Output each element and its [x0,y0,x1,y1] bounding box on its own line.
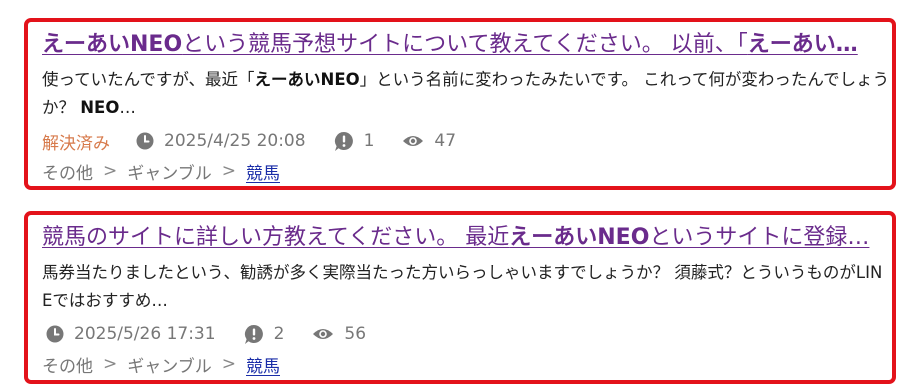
breadcrumb-separator: > [221,354,236,374]
eye-icon [403,136,424,146]
answer-bubble-icon [244,324,263,344]
title-keyword: えーあい… [747,32,858,57]
breadcrumb-separator: > [103,161,118,181]
question-excerpt: 使っていたんですが、最近「えーあいNEO」という名前に変わったみたいです。 これ… [42,66,892,122]
posted-time: 2025/4/25 20:08 [136,131,306,151]
view-count-value: 56 [344,324,367,344]
title-keyword: えーあいNEO [42,32,183,57]
view-count-value: 47 [434,131,457,151]
title-text: というサイトに登録… [649,225,870,250]
title-text: 競馬のサイトに詳しい方教えてください。 最近 [42,225,510,250]
breadcrumb-item: その他 [42,356,93,377]
excerpt-keyword: えーあいNEO [254,70,360,89]
answer-count: 2 [244,324,285,345]
breadcrumb-item: ギャンブル [127,163,212,184]
question-card[interactable]: えーあいNEOという競馬予想サイトについて教えてください。 以前、「えーあい… … [24,18,896,190]
breadcrumb-item: その他 [42,163,93,184]
view-count: 56 [312,324,366,344]
question-title[interactable]: 競馬のサイトに詳しい方教えてください。 最近えーあいNEOというサイトに登録… [42,223,888,253]
breadcrumb-item: ギャンブル [127,356,212,377]
question-card[interactable]: 競馬のサイトに詳しい方教えてください。 最近えーあいNEOというサイトに登録… … [24,211,896,384]
view-count: 47 [402,131,456,151]
title-keyword: えーあいNEO [509,225,650,250]
title-text: という競馬予想サイトについて教えてください。 以前、「 [182,32,748,57]
breadcrumb: その他 > ギャンブル > 競馬 [42,352,892,377]
excerpt-text: 使っていたんですが、最近「 [42,70,255,89]
datetime-text: 2025/5/26 17:31 [74,324,216,344]
category-link[interactable]: 競馬 [246,352,280,377]
question-title[interactable]: えーあいNEOという競馬予想サイトについて教えてください。 以前、「えーあい… [42,30,888,60]
breadcrumb-separator: > [221,161,236,181]
posted-time: 2025/5/26 17:31 [46,324,216,344]
status-badge: 解決済み [42,133,110,154]
answer-bubble-icon [334,131,353,151]
datetime-text: 2025/4/25 20:08 [164,131,306,151]
excerpt-keyword: NEO [80,98,120,117]
category-link[interactable]: 競馬 [246,159,280,184]
eye-icon [313,329,334,339]
question-meta: 2025/5/26 17:31 2 56 [42,321,892,347]
breadcrumb: その他 > ギャンブル > 競馬 [42,159,892,184]
clock-icon [46,325,64,343]
breadcrumb-separator: > [103,354,118,374]
excerpt-text: 馬券当たりましたという、勧誘が多く実際当たった方いらっしゃいますでしょうか？ 須… [42,263,883,310]
clock-icon [136,132,154,150]
question-meta: 解決済み 2025/4/25 20:08 1 47 [42,128,892,154]
answer-count-value: 1 [363,131,375,151]
excerpt-text: … [119,98,136,117]
question-excerpt: 馬券当たりましたという、勧誘が多く実際当たった方いらっしゃいますでしょうか？ 須… [42,259,892,315]
answer-count: 1 [334,131,375,152]
answer-count-value: 2 [273,324,285,344]
